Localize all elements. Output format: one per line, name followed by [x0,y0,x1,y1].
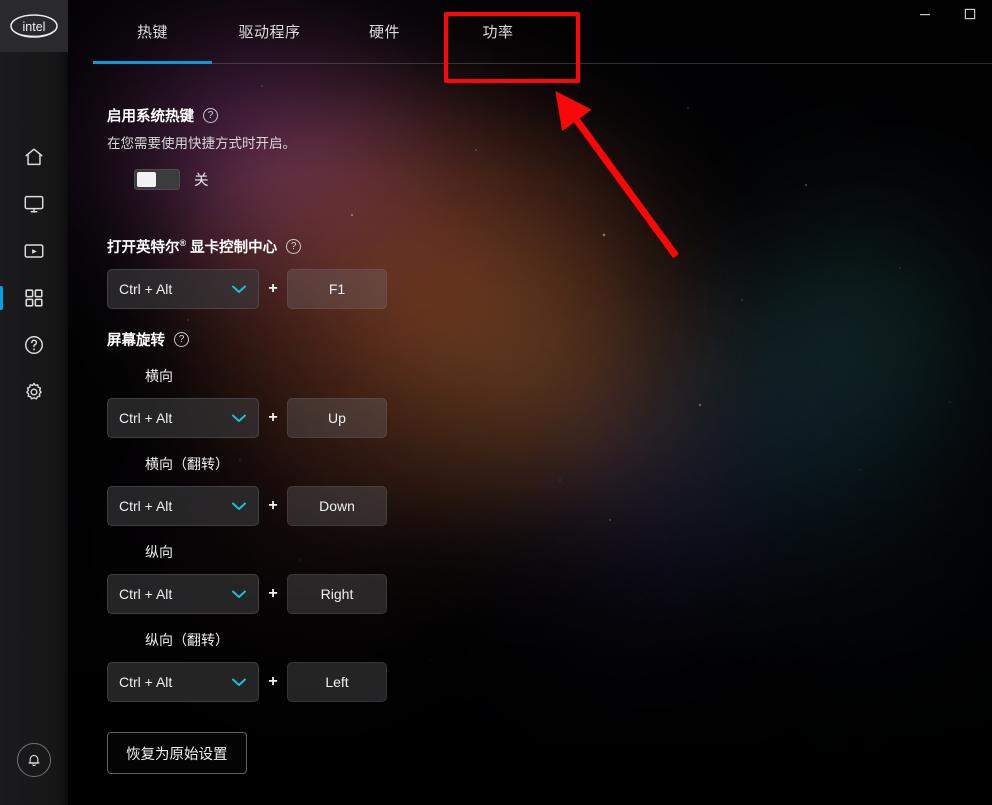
sidebar-item-settings[interactable] [0,369,68,415]
bell-icon [28,754,40,767]
chevron-down-icon [232,502,246,510]
screen-rotation-help-icon[interactable]: ? [174,332,189,347]
help-circle-icon [25,336,43,354]
modifier-value: Ctrl + Alt [119,586,173,602]
open-command-center-shortcut-row: Ctrl + Alt + F1 [107,269,587,309]
open-command-center-title: 打开英特尔® 显卡控制中心 [107,238,278,256]
plus-separator: + [268,673,278,690]
screen-rotation-section: 屏幕旋转 ? 横向 Ctrl + Alt + Up 横向（翻转） Ctrl + … [107,329,587,774]
sidebar-nav [0,134,68,415]
plus-separator: + [268,497,278,514]
enable-hotkeys-section: 启用系统热键 ? 在您需要使用快捷方式时开启。 关 [107,105,587,190]
chevron-down-icon [232,285,246,293]
modifier-value: Ctrl + Alt [119,281,173,297]
modifier-select-portrait-flipped[interactable]: Ctrl + Alt [107,662,259,702]
modifier-select-command-center[interactable]: Ctrl + Alt [107,269,259,309]
active-indicator [0,286,3,310]
sidebar-item-support[interactable] [0,322,68,368]
rotation-shortcut-row-landscape: Ctrl + Alt + Up [107,398,587,438]
svg-text:intel: intel [23,20,46,34]
intel-logo-icon: intel [10,14,58,38]
enable-hotkeys-toggle[interactable] [134,169,180,190]
modifier-select-landscape[interactable]: Ctrl + Alt [107,398,259,438]
enable-hotkeys-toggle-label: 关 [194,173,209,189]
notification-button[interactable] [0,743,68,777]
open-command-center-section: 打开英特尔® 显卡控制中心 ? Ctrl + Alt + F1 [107,236,587,309]
rotation-label-landscape-flipped: 横向（翻转） [145,456,229,472]
rotation-shortcut-row-portrait: Ctrl + Alt + Right [107,574,587,614]
sidebar-item-video[interactable] [0,228,68,274]
home-icon [25,148,43,166]
video-icon [24,244,44,258]
sidebar-item-home[interactable] [0,134,68,180]
open-command-center-help-icon[interactable]: ? [286,239,302,254]
keycap-portrait[interactable]: Right [287,574,387,614]
modifier-value: Ctrl + Alt [119,674,173,690]
toggle-knob [137,172,156,187]
keycap-command-center[interactable]: F1 [287,269,387,309]
modifier-value: Ctrl + Alt [119,498,173,514]
minimize-icon [919,14,930,16]
screen-rotation-title: 屏幕旋转 [107,333,165,349]
maximize-button[interactable] [947,0,992,28]
rotation-label-portrait: 纵向 [145,544,173,560]
tab-active-underline [93,61,212,64]
enable-hotkeys-title-row: 启用系统热键 ? [107,105,587,126]
screen-rotation-title-row: 屏幕旋转 ? [107,329,587,350]
modifier-select-landscape-flipped[interactable]: Ctrl + Alt [107,486,259,526]
keycap-portrait-flipped[interactable]: Left [287,662,387,702]
rotation-label-portrait-flipped: 纵向（翻转） [145,632,229,648]
chevron-down-icon [232,414,246,422]
enable-hotkeys-help-icon[interactable]: ? [203,108,218,123]
plus-separator: + [268,409,278,426]
open-command-center-title-row: 打开英特尔® 显卡控制中心 ? [107,236,587,257]
rotation-shortcut-row-portrait-flipped: Ctrl + Alt + Left [107,662,587,702]
window-titlebar [68,0,992,30]
maximize-icon [964,8,975,20]
grid-icon [25,289,43,307]
sidebar-item-display[interactable] [0,181,68,227]
plus-separator: + [268,280,278,297]
plus-separator: + [268,585,278,602]
gear-icon [26,382,42,400]
keycap-landscape[interactable]: Up [287,398,387,438]
minimize-button[interactable] [902,0,947,28]
sidebar: intel [0,0,68,805]
sidebar-item-system[interactable] [0,275,68,321]
intel-graphics-command-center-window: intel 热键 驱动程序 硬件 功率 启用系统热键 ? 在您需要使用快捷方式时… [0,0,992,805]
modifier-select-portrait[interactable]: Ctrl + Alt [107,574,259,614]
rotation-label-landscape: 横向 [145,368,173,384]
chevron-down-icon [232,590,246,598]
hotkeys-panel: 启用系统热键 ? 在您需要使用快捷方式时开启。 关 打开英特尔® 显卡控制中心 [68,66,992,805]
modifier-value: Ctrl + Alt [119,410,173,426]
reset-to-defaults-button[interactable]: 恢复为原始设置 [107,732,247,774]
keycap-landscape-flipped[interactable]: Down [287,486,387,526]
intel-logo[interactable]: intel [0,0,68,52]
display-icon [24,195,44,213]
enable-hotkeys-description: 在您需要使用快捷方式时开启。 [107,136,296,151]
rotation-shortcut-row-landscape-flipped: Ctrl + Alt + Down [107,486,587,526]
chevron-down-icon [232,678,246,686]
enable-hotkeys-title: 启用系统热键 [107,109,194,125]
